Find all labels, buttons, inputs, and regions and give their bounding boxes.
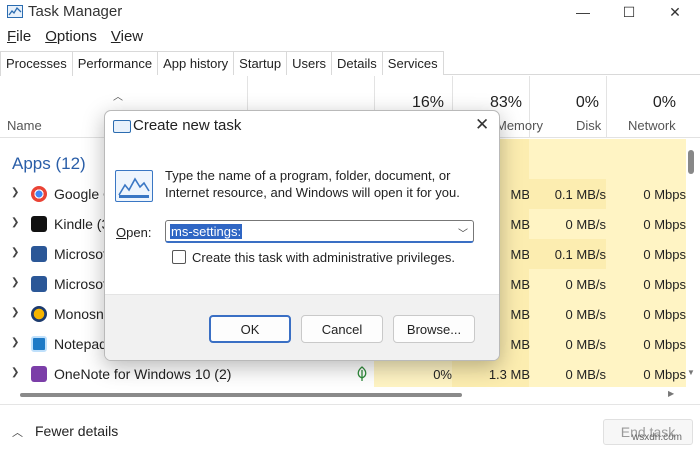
dialog-button-bar: OK Cancel Browse...	[105, 294, 499, 360]
network-value: 0 Mbps	[643, 277, 686, 292]
tab-startup[interactable]: Startup	[233, 51, 288, 75]
cpu-value: 0%	[433, 367, 452, 382]
sort-caret-icon: ︿	[113, 92, 123, 103]
expand-chevron-icon[interactable]: ❯	[11, 337, 19, 348]
disk-value: 0 MB/s	[565, 337, 606, 352]
expand-chevron-icon[interactable]: ❯	[11, 367, 19, 378]
dialog-message: Type the name of a program, folder, docu…	[165, 168, 460, 200]
dialog-title: Create new task	[133, 117, 242, 134]
kindle-icon	[31, 216, 47, 232]
run-dialog-icon	[113, 120, 131, 133]
disk-value: 0.1 MB/s	[529, 179, 606, 209]
dialog-close-button[interactable]: ✕	[475, 115, 489, 135]
ok-button[interactable]: OK	[209, 315, 291, 343]
admin-privileges-label[interactable]: Create this task with administrative pri…	[192, 250, 455, 265]
word-icon	[31, 246, 47, 262]
tab-processes[interactable]: Processes	[0, 51, 73, 76]
table-row[interactable]: ❯ OneNote for Windows 10 (2) 0% 1.3 MB 0…	[0, 359, 686, 389]
disk-value: 0 MB/s	[565, 367, 606, 382]
menu-view-label: iew	[120, 28, 144, 45]
minimize-button[interactable]: —	[560, 0, 606, 24]
admin-privileges-checkbox[interactable]	[172, 250, 186, 264]
disk-value: 0 MB/s	[565, 277, 606, 292]
notepad-icon	[31, 336, 47, 352]
tab-users[interactable]: Users	[286, 51, 333, 75]
fewer-details-caret-icon[interactable]: ︿	[12, 424, 23, 440]
vertical-scrollbar-thumb[interactable]	[688, 150, 694, 174]
network-value: 0 Mbps	[643, 307, 686, 322]
disk-value: 0 MB/s	[565, 307, 606, 322]
expand-chevron-icon[interactable]: ❯	[11, 187, 19, 198]
tab-app-history[interactable]: App history	[157, 51, 235, 75]
network-value: 0 Mbps	[643, 367, 686, 382]
header-disk-percent[interactable]: 0%	[529, 94, 599, 112]
chevron-down-icon[interactable]: ﹀	[458, 225, 468, 240]
memory-value: 1.3 MB	[488, 367, 530, 382]
scroll-down-arrow-icon[interactable]: ▼	[687, 368, 695, 377]
expand-chevron-icon[interactable]: ❯	[11, 277, 19, 288]
disk-value: 0 MB/s	[565, 217, 606, 232]
expand-chevron-icon[interactable]: ❯	[11, 217, 19, 228]
open-input-value[interactable]: ms-settings:	[170, 224, 243, 239]
header-network-percent[interactable]: 0%	[606, 94, 676, 112]
fewer-details-link[interactable]: Fewer details	[35, 423, 118, 439]
menu-options-label: ptions	[56, 28, 97, 45]
menu-options-accel: O	[45, 28, 57, 45]
efficiency-leaf-icon	[357, 366, 367, 381]
scroll-right-arrow-icon[interactable]: ▶	[668, 389, 674, 398]
process-name: Kindle (3	[54, 216, 110, 232]
create-new-task-dialog: Create new task ✕ Type the name of a pro…	[104, 110, 500, 361]
apps-group-title[interactable]: Apps (12)	[12, 154, 86, 174]
network-value: 0 Mbps	[643, 217, 686, 232]
menu-file-accel: F	[7, 28, 17, 45]
menu-options[interactable]: Options	[38, 26, 104, 48]
menu-file-label: ile	[16, 28, 32, 45]
process-name: Notepad	[54, 336, 107, 352]
tab-strip: Processes Performance App history Startu…	[0, 51, 700, 76]
header-memory[interactable]: Memory	[496, 118, 543, 133]
expand-chevron-icon[interactable]: ❯	[11, 247, 19, 258]
header-disk[interactable]: Disk	[576, 118, 601, 133]
onenote-icon	[31, 366, 47, 382]
word-icon	[31, 276, 47, 292]
monosnap-icon	[31, 306, 47, 322]
tab-performance[interactable]: Performance	[71, 51, 159, 75]
chrome-icon	[31, 186, 47, 202]
close-button[interactable]: ✕	[652, 0, 698, 24]
menu-bar: File Options View	[0, 26, 150, 48]
browse-button[interactable]: Browse...	[393, 315, 475, 343]
network-value: 0 Mbps	[643, 247, 686, 262]
window-title: Task Manager	[28, 3, 123, 20]
process-name: Monosna	[54, 306, 112, 322]
menu-view-accel: V	[110, 28, 121, 45]
tab-details[interactable]: Details	[331, 51, 383, 75]
maximize-button[interactable]: ☐	[606, 0, 652, 24]
process-name: OneNote for Windows 10 (2)	[54, 366, 232, 382]
header-network[interactable]: Network	[628, 118, 676, 133]
process-name: Microsof	[54, 246, 107, 262]
footer-bar: ︿ Fewer details End task	[0, 404, 700, 449]
expand-chevron-icon[interactable]: ❯	[11, 307, 19, 318]
tab-services[interactable]: Services	[381, 51, 444, 75]
horizontal-scrollbar-thumb[interactable]	[20, 393, 462, 397]
task-manager-icon	[7, 5, 23, 18]
title-bar: Task Manager — ☐ ✕	[0, 0, 700, 24]
process-name: Microsof	[54, 276, 107, 292]
disk-value: 0.1 MB/s	[529, 239, 606, 269]
open-label: Open:	[116, 225, 152, 240]
watermark-text: wsxdn.com	[632, 432, 683, 443]
header-name[interactable]: Name	[7, 118, 42, 133]
network-value: 0 Mbps	[643, 187, 686, 202]
menu-file[interactable]: File	[0, 26, 38, 48]
run-program-icon	[115, 170, 153, 202]
cancel-button[interactable]: Cancel	[301, 315, 383, 343]
network-value: 0 Mbps	[643, 337, 686, 352]
menu-view[interactable]: View	[104, 26, 150, 48]
open-input[interactable]: ms-settings: ﹀	[165, 220, 474, 243]
